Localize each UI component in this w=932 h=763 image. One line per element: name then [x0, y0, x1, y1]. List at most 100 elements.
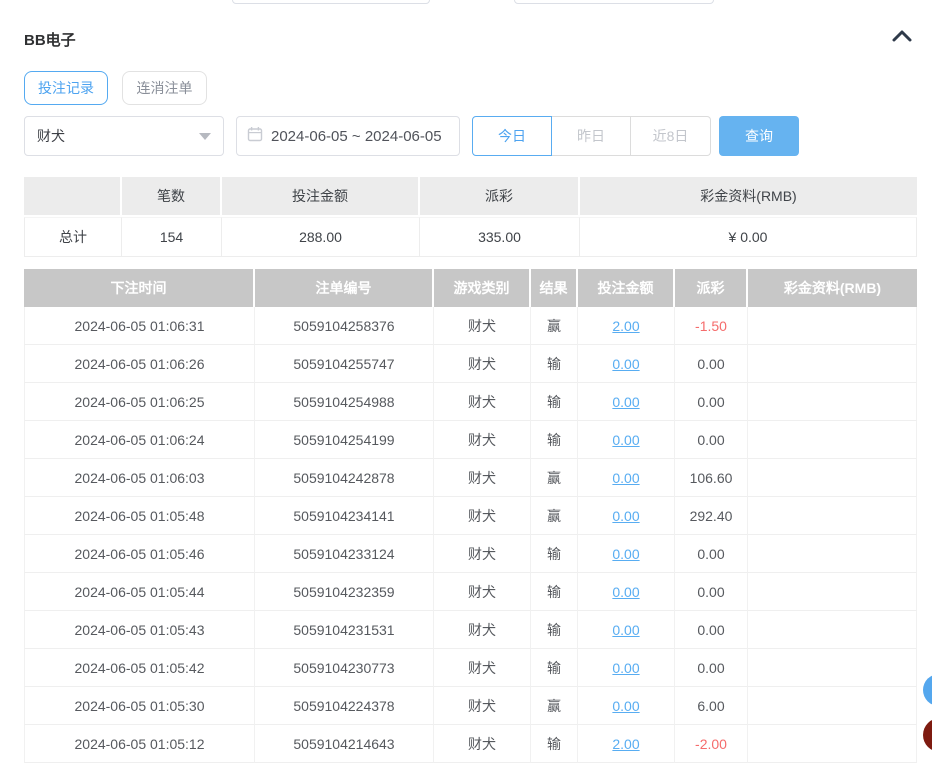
result-cell: 输 [531, 421, 578, 459]
game-type-cell: 财犬 [434, 611, 531, 649]
date-range-value: 2024-06-05 ~ 2024-06-05 [271, 128, 442, 145]
game-type-cell: 财犬 [434, 497, 531, 535]
last8days-button-label: 近8日 [653, 126, 689, 146]
top-input-right[interactable] [514, 0, 714, 4]
game-type-cell: 财犬 [434, 725, 531, 763]
tab-label: 投注记录 [38, 78, 94, 98]
header-bonus: 彩金资料(RMB) [748, 269, 917, 307]
header-payout: 派彩 [675, 269, 748, 307]
yesterday-button[interactable]: 昨日 [552, 116, 631, 156]
summary-total-row: 总计 154 288.00 335.00 ¥ 0.00 [24, 217, 917, 257]
bet-amount-link[interactable]: 0.00 [612, 546, 639, 562]
payout-cell: -2.00 [675, 725, 748, 763]
chevron-down-icon [199, 133, 211, 140]
bet-amount-link[interactable]: 0.00 [612, 622, 639, 638]
bet-time-cell: 2024-06-05 01:06:03 [24, 459, 255, 497]
today-button[interactable]: 今日 [472, 116, 552, 156]
bonus-cell [748, 307, 917, 345]
bet-time-cell: 2024-06-05 01:05:42 [24, 649, 255, 687]
table-row: 2024-06-05 01:05:125059104214643财犬输2.00-… [24, 725, 917, 763]
payout-cell: 0.00 [675, 573, 748, 611]
order-id-cell: 5059104254988 [255, 383, 434, 421]
bet-amount-cell: 0.00 [578, 383, 675, 421]
bonus-cell [748, 687, 917, 725]
result-cell: 输 [531, 535, 578, 573]
order-id-cell: 5059104254199 [255, 421, 434, 459]
result-cell: 赢 [531, 497, 578, 535]
order-id-cell: 5059104233124 [255, 535, 434, 573]
calendar-icon [247, 126, 271, 146]
payout-cell: 292.40 [675, 497, 748, 535]
result-cell: 输 [531, 383, 578, 421]
payout-cell: 0.00 [675, 383, 748, 421]
bet-time-cell: 2024-06-05 01:05:48 [24, 497, 255, 535]
payout-cell: 0.00 [675, 421, 748, 459]
floating-blue-button[interactable] [923, 674, 932, 706]
game-select-value: 财犬 [37, 126, 65, 146]
bet-time-cell: 2024-06-05 01:06:25 [24, 383, 255, 421]
bonus-cell [748, 573, 917, 611]
game-select[interactable]: 财犬 [24, 116, 224, 156]
result-cell: 赢 [531, 459, 578, 497]
quick-date-button-group: 今日 昨日 近8日 [472, 116, 711, 156]
bet-amount-link[interactable]: 0.00 [612, 470, 639, 486]
bet-amount-cell: 0.00 [578, 649, 675, 687]
table-row: 2024-06-05 01:05:445059104232359财犬输0.000… [24, 573, 917, 611]
bet-amount-link[interactable]: 2.00 [612, 736, 639, 752]
bonus-cell [748, 383, 917, 421]
bet-amount-link[interactable]: 2.00 [612, 318, 639, 334]
bet-records-table: 下注时间 注单编号 游戏类别 结果 投注金额 派彩 彩金资料(RMB) 2024… [24, 269, 917, 763]
bet-amount-link[interactable]: 0.00 [612, 356, 639, 372]
bet-amount-link[interactable]: 0.00 [612, 432, 639, 448]
bonus-cell [748, 535, 917, 573]
bet-amount-link[interactable]: 0.00 [612, 394, 639, 410]
game-type-cell: 财犬 [434, 421, 531, 459]
tab-cancelled-orders[interactable]: 连消注单 [122, 71, 207, 105]
bet-amount-cell: 2.00 [578, 307, 675, 345]
date-range-input[interactable]: 2024-06-05 ~ 2024-06-05 [236, 116, 460, 156]
top-input-left[interactable] [232, 0, 430, 4]
tab-bet-records[interactable]: 投注记录 [24, 71, 108, 105]
order-id-cell: 5059104214643 [255, 725, 434, 763]
last8days-button[interactable]: 近8日 [631, 116, 711, 156]
bonus-cell [748, 345, 917, 383]
result-cell: 输 [531, 345, 578, 383]
bonus-cell [748, 725, 917, 763]
game-type-cell: 财犬 [434, 383, 531, 421]
summary-total-label: 总计 [24, 217, 122, 257]
order-id-cell: 5059104255747 [255, 345, 434, 383]
order-id-cell: 5059104242878 [255, 459, 434, 497]
order-id-cell: 5059104232359 [255, 573, 434, 611]
payout-cell: 6.00 [675, 687, 748, 725]
collapse-section-button[interactable] [891, 28, 915, 48]
bet-time-cell: 2024-06-05 01:05:43 [24, 611, 255, 649]
bet-time-cell: 2024-06-05 01:06:24 [24, 421, 255, 459]
result-cell: 输 [531, 611, 578, 649]
summary-total-bonus: ¥ 0.00 [580, 217, 917, 257]
tab-label: 连消注单 [137, 78, 193, 98]
game-type-cell: 财犬 [434, 345, 531, 383]
bet-amount-link[interactable]: 0.00 [612, 698, 639, 714]
bet-amount-cell: 2.00 [578, 725, 675, 763]
summary-header-row: 笔数 投注金额 派彩 彩金资料(RMB) [24, 177, 917, 217]
game-type-cell: 财犬 [434, 687, 531, 725]
bonus-cell [748, 497, 917, 535]
bet-amount-link[interactable]: 0.00 [612, 660, 639, 676]
payout-cell: -1.50 [675, 307, 748, 345]
search-button[interactable]: 查询 [719, 116, 799, 156]
game-type-cell: 财犬 [434, 307, 531, 345]
summary-total-payout: 335.00 [420, 217, 580, 257]
payout-cell: 0.00 [675, 345, 748, 383]
bonus-cell [748, 459, 917, 497]
bet-amount-link[interactable]: 0.00 [612, 508, 639, 524]
bet-table-body: 2024-06-05 01:06:315059104258376财犬赢2.00-… [24, 307, 917, 763]
result-cell: 赢 [531, 687, 578, 725]
bet-amount-link[interactable]: 0.00 [612, 584, 639, 600]
floating-red-button[interactable] [923, 718, 932, 752]
game-type-cell: 财犬 [434, 573, 531, 611]
yesterday-button-label: 昨日 [577, 126, 605, 146]
result-cell: 输 [531, 573, 578, 611]
order-id-cell: 5059104234141 [255, 497, 434, 535]
header-bet-time: 下注时间 [24, 269, 255, 307]
table-row: 2024-06-05 01:06:035059104242878财犬赢0.001… [24, 459, 917, 497]
